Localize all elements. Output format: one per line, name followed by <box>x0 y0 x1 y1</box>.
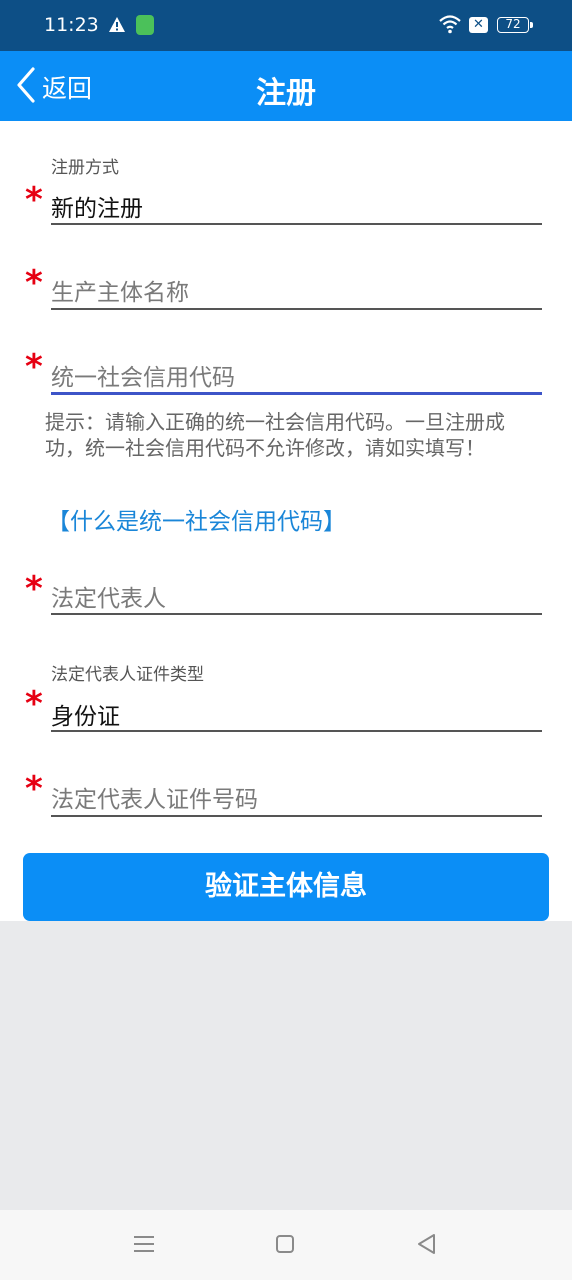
field-underline-focused <box>51 392 542 395</box>
required-mark: * <box>25 684 43 724</box>
status-bar: 11:23 ✕ 72 <box>0 0 572 51</box>
back-label: 返回 <box>42 74 93 103</box>
register-mode-label: 注册方式 <box>51 158 119 178</box>
credit-code-input[interactable]: 统一社会信用代码 <box>51 358 235 392</box>
home-icon[interactable] <box>276 1235 294 1253</box>
back-triangle-icon[interactable] <box>416 1233 436 1259</box>
warning-icon <box>108 16 126 37</box>
verify-entity-button[interactable]: 验证主体信息 <box>23 853 549 921</box>
required-mark: * <box>25 263 43 303</box>
app-icon <box>136 15 154 35</box>
battery-tip <box>530 22 533 28</box>
sim-x-icon: ✕ <box>469 17 488 33</box>
menu-icon[interactable] <box>133 1234 155 1258</box>
register-mode-value[interactable]: 新的注册 <box>51 189 143 223</box>
back-button[interactable]: 返回 <box>16 65 92 109</box>
required-mark: * <box>25 569 43 609</box>
required-mark: * <box>25 347 43 387</box>
register-form: 注册方式 * 新的注册 * 生产主体名称 * 统一社会信用代码 提示：请输入正确… <box>0 121 572 921</box>
required-mark: * <box>25 180 43 220</box>
entity-name-input[interactable]: 生产主体名称 <box>51 273 189 307</box>
chevron-left-icon <box>16 67 36 107</box>
id-type-label: 法定代表人证件类型 <box>51 665 204 685</box>
field-underline <box>51 308 542 310</box>
field-underline <box>51 223 542 225</box>
app-header: 返回 注册 <box>0 51 572 121</box>
id-type-value[interactable]: 身份证 <box>51 697 120 731</box>
credit-code-hint: 提示：请输入正确的统一社会信用代码。一旦注册成功，统一社会信用代码不允许修改，请… <box>45 410 505 460</box>
id-number-input[interactable]: 法定代表人证件号码 <box>51 780 258 814</box>
status-time: 11:23 <box>44 14 99 36</box>
battery-icon: 72 <box>497 17 529 33</box>
field-underline <box>51 613 542 615</box>
field-underline <box>51 730 542 732</box>
field-underline <box>51 815 542 817</box>
credit-code-help-link[interactable]: 【什么是统一社会信用代码】 <box>47 502 346 536</box>
required-mark: * <box>25 769 43 809</box>
system-nav-bar <box>0 1210 572 1280</box>
legal-rep-input[interactable]: 法定代表人 <box>51 579 166 613</box>
wifi-icon <box>438 14 462 38</box>
